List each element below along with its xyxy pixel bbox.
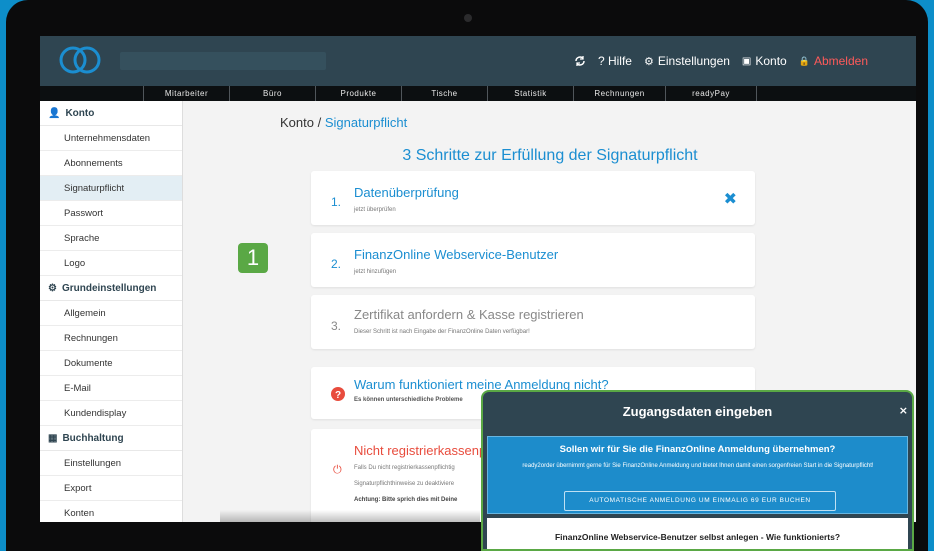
breadcrumb: Konto / Signaturpflicht — [280, 115, 407, 130]
step-subtitle: jetzt überprüfen — [354, 207, 396, 213]
search-bar[interactable] — [120, 52, 326, 70]
not-registered-text-3: Achtung: Bitte sprich dies mit Deine — [354, 497, 458, 503]
section-title: Konto — [65, 107, 95, 119]
step-title: Datenüberprüfung — [354, 185, 459, 200]
not-registered-text-1: Falls Du nicht registrierkassenpflichtig — [354, 465, 455, 471]
not-registered-text-2: Signaturpflichthinweise zu deaktiviere — [354, 481, 455, 487]
menu-item-mitarbeiter[interactable]: Mitarbeiter — [143, 86, 229, 101]
offer-text: ready2order übernimmt gerne für Sie Fina… — [522, 463, 874, 469]
close-icon[interactable]: × — [899, 404, 908, 417]
howto-panel[interactable]: FinanzOnline Webservice-Benutzer selbst … — [487, 518, 908, 549]
sidebar-section-konto[interactable]: 👤 Konto — [40, 101, 182, 126]
sidebar-item-sprache[interactable]: Sprache — [40, 226, 182, 251]
sidebar-item-dokumente[interactable]: Dokumente — [40, 351, 182, 376]
breadcrumb-root[interactable]: Konto — [280, 115, 314, 130]
step-badge: 1 — [238, 243, 268, 273]
close-icon[interactable]: ✖ — [724, 189, 737, 208]
camera-dot — [464, 14, 472, 22]
step-number: 2. — [331, 257, 342, 271]
question-icon: ? — [331, 387, 345, 401]
main-menu: Mitarbeiter Büro Produkte Tische Statist… — [40, 86, 916, 101]
help-link[interactable]: ? Hilfe — [598, 54, 632, 68]
sidebar-item-export[interactable]: Export — [40, 476, 182, 501]
step-number: 3. — [331, 319, 342, 333]
settings-link[interactable]: ⚙ Einstellungen — [644, 54, 730, 68]
sidebar-item-passwort[interactable]: Passwort — [40, 201, 182, 226]
page-title: 3 Schritte zur Erfüllung der Signaturpfl… — [402, 147, 698, 164]
sidebar-section-grundeinstellungen[interactable]: ⚙ Grundeinstellungen — [40, 276, 182, 301]
calculator-icon: ▦ — [48, 432, 58, 444]
sidebar-item-signaturpflicht[interactable]: Signaturpflicht — [40, 176, 182, 201]
menu-item-tische[interactable]: Tische — [401, 86, 487, 101]
user-icon: 👤 — [48, 107, 61, 119]
menu-item-readypay[interactable]: readyPay — [665, 86, 757, 101]
sidebar-item-kundendisplay[interactable]: Kundendisplay — [40, 401, 182, 426]
menu-item-statistik[interactable]: Statistik — [487, 86, 573, 101]
step-card-1[interactable]: 1. Datenüberprüfung jetzt überprüfen ✖ — [311, 171, 755, 225]
settings-label: Einstellungen — [657, 54, 730, 68]
step-card-3: 3. Zertifikat anfordern & Kasse registri… — [311, 295, 755, 349]
sidebar-item-konten[interactable]: Konten — [40, 501, 182, 522]
logo — [59, 46, 101, 74]
section-title: Buchhaltung — [62, 432, 124, 444]
account-link[interactable]: ▣ Konto — [742, 54, 787, 68]
gear-icon: ⚙ — [643, 55, 654, 68]
step-title: FinanzOnline Webservice-Benutzer — [354, 247, 559, 262]
offer-panel: Sollen wir für Sie die FinanzOnline Anme… — [487, 436, 908, 514]
step-card-2[interactable]: 2. FinanzOnline Webservice-Benutzer jetz… — [311, 233, 755, 287]
refresh-icon[interactable] — [574, 55, 586, 67]
menu-item-rechnungen[interactable]: Rechnungen — [573, 86, 665, 101]
howto-title: FinanzOnline Webservice-Benutzer selbst … — [554, 532, 841, 542]
breadcrumb-current[interactable]: Signaturpflicht — [325, 115, 407, 130]
menu-item-buero[interactable]: Büro — [229, 86, 315, 101]
account-label: Konto — [755, 54, 787, 68]
sidebar-item-email[interactable]: E-Mail — [40, 376, 182, 401]
sidebar: 👤 Konto Unternehmensdaten Abonnements Sig… — [40, 101, 183, 522]
modal-title: Zugangsdaten eingeben — [622, 404, 773, 419]
step-subtitle: Dieser Schritt ist nach Eingabe der Fina… — [354, 329, 530, 335]
section-title: Grundeinstellungen — [61, 282, 157, 294]
sidebar-item-abonnements[interactable]: Abonnements — [40, 151, 182, 176]
warning-subtitle: Es können unterschiedliche Probleme — [354, 397, 463, 403]
step-title: Zertifikat anfordern & Kasse registriere… — [354, 307, 584, 322]
svg-text:?: ? — [335, 390, 341, 401]
gears-icon: ⚙ — [48, 282, 57, 294]
credentials-modal: Zugangsdaten eingeben × Sollen wir für S… — [481, 390, 914, 551]
menu-item-produkte[interactable]: Produkte — [315, 86, 401, 101]
logout-label: Abmelden — [813, 54, 868, 68]
sidebar-item-logo[interactable]: Logo — [40, 251, 182, 276]
step-subtitle: jetzt hinzufügen — [354, 269, 397, 275]
sidebar-item-einstellungen[interactable]: Einstellungen — [40, 451, 182, 476]
help-label: ? Hilfe — [597, 54, 632, 68]
step-number: 1. — [331, 195, 342, 209]
sidebar-item-rechnungen[interactable]: Rechnungen — [40, 326, 182, 351]
top-bar: ? Hilfe ⚙ Einstellungen ▣ Konto 🔒 Abmeld… — [40, 36, 916, 86]
screen-shadow — [220, 510, 480, 522]
logout-link[interactable]: 🔒 Abmelden — [799, 54, 868, 68]
sidebar-section-buchhaltung[interactable]: ▦ Buchhaltung — [40, 426, 182, 451]
top-nav: ? Hilfe ⚙ Einstellungen ▣ Konto 🔒 Abmeld… — [574, 54, 868, 68]
power-icon: ⏻ — [333, 463, 342, 476]
book-auto-registration-button[interactable]: AUTOMATISCHE ANMELDUNG UM EINMALIG 69 EU… — [564, 491, 836, 511]
lock-icon: 🔒 — [798, 55, 810, 66]
sidebar-item-allgemein[interactable]: Allgemein — [40, 301, 182, 326]
not-registered-title: Nicht registrierkassenp — [354, 443, 487, 458]
breadcrumb-separator: / — [313, 115, 325, 130]
account-icon: ▣ — [741, 55, 752, 67]
sidebar-item-unternehmensdaten[interactable]: Unternehmensdaten — [40, 126, 182, 151]
offer-title: Sollen wir für Sie die FinanzOnline Anme… — [559, 444, 836, 455]
